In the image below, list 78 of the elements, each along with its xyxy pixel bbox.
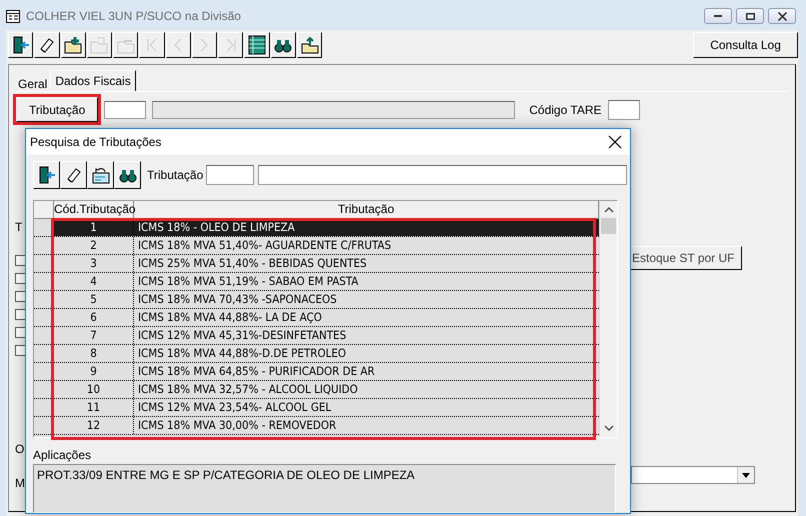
table-row[interactable]: 4 ICMS 18% MVA 51,19% - SABAO EM PASTA (34, 273, 599, 292)
tab[interactable]: Geral (15, 73, 50, 91)
dialog-title: Pesquisa de Tributações (30, 135, 162, 150)
table-cell-text: ICMS 18% MVA 30,00% - REMOVEDOR (137, 417, 338, 434)
restore-button[interactable] (736, 8, 764, 24)
toolbar-button[interactable] (34, 32, 60, 58)
table-cell-text: ICMS 18% MVA 70,43% -SAPONACEOS (137, 291, 338, 308)
restore-icon (746, 12, 754, 20)
column-header[interactable]: Cód.Tributação (54, 201, 134, 218)
table-cell-text: ICMS 12% MVA 23,54%- ALCOOL GEL (137, 399, 332, 416)
close-icon (778, 12, 786, 20)
toolbar-button[interactable] (33, 161, 60, 190)
table-row[interactable]: 3 ICMS 25% MVA 51,40% - BEBIDAS QUENTES (34, 255, 599, 274)
code-field[interactable] (104, 100, 146, 118)
scroll-thumb[interactable] (601, 218, 616, 234)
checkbox[interactable] (15, 309, 26, 320)
label-fragment: O (15, 442, 24, 456)
field-label: Aplicações (33, 448, 92, 462)
table-cell-text: ICMS 18% MVA 51,19% - SABAO EM PASTA (137, 273, 360, 290)
label-fragment: T (15, 220, 22, 234)
checkbox[interactable] (15, 273, 26, 284)
card-undo-icon (90, 165, 110, 186)
table-row[interactable]: 2 ICMS 18% MVA 51,40%- AGUARDENTE C/FRUTAS (34, 237, 599, 256)
checkbox[interactable] (15, 291, 26, 302)
toolbar-button[interactable] (87, 161, 114, 190)
tab[interactable]: Dados Fiscais (50, 70, 136, 91)
folder-upload-icon (300, 35, 320, 55)
table-row[interactable]: 11 ICMS 12% MVA 23,54%- ALCOOL GEL (34, 399, 599, 418)
exit-door-icon (36, 165, 56, 186)
app-icon (6, 10, 20, 22)
checkbox[interactable] (15, 255, 26, 266)
scroll-down-icon[interactable] (604, 425, 614, 432)
tare-field[interactable] (608, 100, 640, 120)
toolbar-button[interactable] (8, 32, 34, 58)
applications-field[interactable]: PROT.33/09 ENTRE MG E SP P/CATEGORIA DE OLEO DE LIMPEZA (33, 464, 616, 513)
scrollbar[interactable] (599, 201, 617, 437)
close-button[interactable] (768, 8, 796, 24)
dropdown-arrow-icon (742, 472, 750, 478)
table-cell-text: ICMS 25% MVA 51,40% - BEBIDAS QUENTES (137, 255, 368, 272)
toolbar-button[interactable] (270, 32, 296, 58)
checkbox[interactable] (15, 345, 26, 356)
table-row[interactable]: 9 ICMS 18% MVA 64,85% - PURIFICADOR DE AR (34, 363, 599, 382)
close-icon (608, 135, 622, 150)
code-field[interactable] (206, 165, 254, 186)
table-row[interactable]: 7 ICMS 12% MVA 45,31%-DESINFETANTES (34, 327, 599, 346)
checkbox[interactable] (15, 327, 26, 338)
exit-door-icon (10, 35, 31, 55)
table-row[interactable]: 8 ICMS 18% MVA 44,88%-D.DE PETROLEO (34, 345, 599, 364)
toolbar-button[interactable] (60, 161, 87, 190)
minimize-button[interactable] (704, 8, 732, 24)
toolbar-button[interactable] (114, 161, 141, 190)
tributacao-button[interactable]: Tributação (16, 97, 98, 122)
table-row[interactable]: 12 ICMS 18% MVA 30,00% - REMOVEDOR (34, 417, 599, 436)
table-row[interactable]: 5 ICMS 18% MVA 70,43% -SAPONACEOS (34, 291, 599, 310)
dropdown[interactable] (631, 466, 755, 484)
scroll-up-icon[interactable] (604, 206, 614, 213)
description-field[interactable] (152, 100, 516, 118)
table-cell-text: ICMS 18% MVA 44,88%- LA DE AÇO (137, 309, 323, 326)
table-cell-text: ICMS 18% MVA 64,85% - PURIFICADOR DE AR (137, 363, 376, 380)
toolbar-button[interactable] (60, 32, 86, 58)
minimize-icon (714, 15, 722, 17)
label-fragment: M (15, 476, 25, 490)
folder-icon (89, 35, 110, 55)
toolbar-button[interactable] (296, 32, 322, 58)
table-cell-text: ICMS 12% MVA 45,31%-DESINFETANTES (137, 327, 348, 344)
folder-plus-icon (63, 35, 84, 55)
table-cell-text: ICMS 18% MVA 44,88%-D.DE PETROLEO (137, 345, 348, 362)
table-row[interactable]: 6 ICMS 18% MVA 44,88%- LA DE AÇO (34, 309, 599, 328)
field-label: Código TARE (529, 102, 602, 116)
search-field[interactable] (258, 165, 628, 186)
field-label: Tributação (147, 168, 204, 182)
toolbar-button[interactable] (244, 32, 270, 58)
window-title: COLHER VIEL 3UN P/SUCO na Divisão (26, 9, 242, 23)
log-button[interactable]: Consulta Log (693, 32, 798, 58)
table-row[interactable]: 10 ICMS 18% MVA 32,57% - ALCOOL LIQUIDO (34, 381, 599, 400)
table-cell-text: ICMS 18% MVA 51,40%- AGUARDENTE C/FRUTAS (137, 237, 392, 254)
table-cell-text: ICMS 18% MVA 32,57% - ALCOOL LIQUIDO (137, 381, 359, 398)
table-icon (247, 35, 268, 55)
